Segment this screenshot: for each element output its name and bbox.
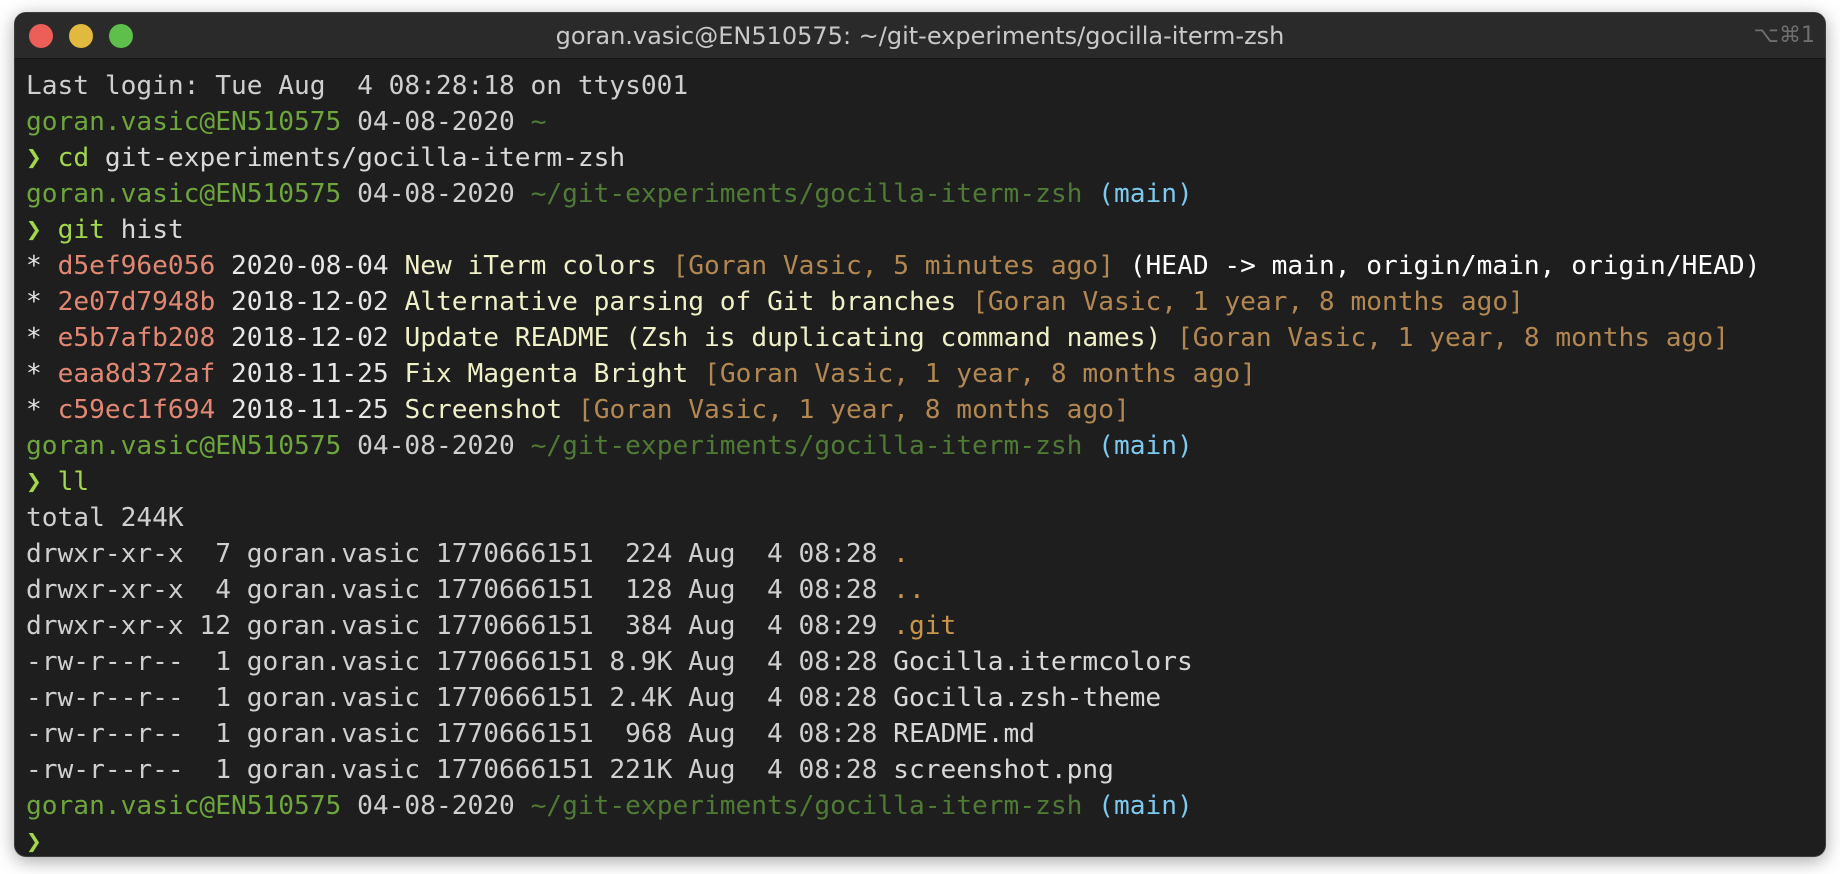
active-command-line[interactable]: ❯ <box>26 824 1825 857</box>
prompt-date: 04-08-2020 <box>357 791 515 821</box>
commit-hash: 2e07d7948b <box>57 287 216 317</box>
file-meta: -rw-r--r-- 1 goran.vasic 1770666151 221K… <box>26 755 878 785</box>
commit-graph-star: * <box>26 251 42 281</box>
file-meta: -rw-r--r-- 1 goran.vasic 1770666151 8.9K… <box>26 647 878 677</box>
window-shortcut-label: ⌥⌘1 <box>1753 23 1815 48</box>
ll-row: -rw-r--r-- 1 goran.vasic 1770666151 8.9K… <box>26 644 1825 680</box>
prompt-host: goran.vasic@EN510575 <box>26 107 342 137</box>
command-args: hist <box>120 215 184 245</box>
file-meta: -rw-r--r-- 1 goran.vasic 1770666151 2.4K… <box>26 683 878 713</box>
prompt-arrow-icon: ❯ <box>26 827 42 857</box>
prompt-arrow-icon: ❯ <box>26 143 42 173</box>
command-line: ❯ ll <box>26 464 1825 500</box>
prompt-path: ~/git-experiments/gocilla-iterm-zsh <box>530 791 1083 821</box>
command-line: ❯ git hist <box>26 212 1825 248</box>
ll-row: -rw-r--r-- 1 goran.vasic 1770666151 2.4K… <box>26 680 1825 716</box>
command-args: git-experiments/gocilla-iterm-zsh <box>104 143 626 173</box>
prompt-date: 04-08-2020 <box>357 431 515 461</box>
commit-hash: eaa8d372af <box>57 359 216 389</box>
prompt-line: goran.vasic@EN510575 04-08-2020 ~/git-ex… <box>26 788 1825 824</box>
commit-date: 2018-11-25 <box>231 395 389 425</box>
file-meta: drwxr-xr-x 7 goran.vasic 1770666151 224 … <box>26 539 878 569</box>
file-meta: -rw-r--r-- 1 goran.vasic 1770666151 968 … <box>26 719 878 749</box>
commit-message: Update README (Zsh is duplicating comman… <box>404 323 1162 353</box>
file-name: Gocilla.zsh-theme <box>893 683 1162 713</box>
prompt-host: goran.vasic@EN510575 <box>26 431 342 461</box>
prompt-host: goran.vasic@EN510575 <box>26 179 342 209</box>
commit-date: 2020-08-04 <box>231 251 389 281</box>
commit-author: [Goran Vasic, 1 year, 8 months ago] <box>704 359 1256 389</box>
git-log-row: * c59ec1f694 2018-11-25 Screenshot [Gora… <box>26 392 1825 428</box>
git-log-row: * 2e07d7948b 2018-12-02 Alternative pars… <box>26 284 1825 320</box>
file-name: Gocilla.itermcolors <box>893 647 1193 677</box>
file-name: README.md <box>893 719 1036 749</box>
commit-message: New iTerm colors <box>404 251 657 281</box>
prompt-path: ~/git-experiments/gocilla-iterm-zsh <box>530 431 1083 461</box>
commit-graph-star: * <box>26 395 42 425</box>
last-login-line: Last login: Tue Aug 4 08:28:18 on ttys00… <box>26 71 689 101</box>
command-name: ll <box>57 467 90 497</box>
commit-hash: e5b7afb208 <box>57 323 216 353</box>
commit-date: 2018-12-02 <box>231 287 389 317</box>
file-name: .. <box>893 575 925 605</box>
commit-refs: (HEAD -> main, origin/main, origin/HEAD) <box>1129 251 1761 281</box>
ll-total-line: total 244K <box>26 503 184 533</box>
title-bar[interactable]: goran.vasic@EN510575: ~/git-experiments/… <box>15 13 1825 59</box>
prompt-path: ~/git-experiments/gocilla-iterm-zsh <box>530 179 1083 209</box>
prompt-line: goran.vasic@EN510575 04-08-2020 ~/git-ex… <box>26 428 1825 464</box>
prompt-branch: (main) <box>1098 179 1193 209</box>
prompt-line: goran.vasic@EN510575 04-08-2020 ~ <box>26 104 1825 140</box>
commit-date: 2018-11-25 <box>231 359 389 389</box>
file-name: screenshot.png <box>893 755 1114 785</box>
git-log-row: * d5ef96e056 2020-08-04 New iTerm colors… <box>26 248 1825 284</box>
terminal-output[interactable]: Last login: Tue Aug 4 08:28:18 on ttys00… <box>15 59 1825 856</box>
commit-graph-star: * <box>26 287 42 317</box>
prompt-arrow-icon: ❯ <box>26 215 42 245</box>
ll-row: drwxr-xr-x 4 goran.vasic 1770666151 128 … <box>26 572 1825 608</box>
prompt-date: 04-08-2020 <box>357 179 515 209</box>
file-meta: drwxr-xr-x 12 goran.vasic 1770666151 384… <box>26 611 878 641</box>
git-log-row: * eaa8d372af 2018-11-25 Fix Magenta Brig… <box>26 356 1825 392</box>
prompt-branch: (main) <box>1098 431 1193 461</box>
commit-message: Fix Magenta Bright <box>404 359 689 389</box>
commit-graph-star: * <box>26 359 42 389</box>
prompt-host: goran.vasic@EN510575 <box>26 791 342 821</box>
window-title: goran.vasic@EN510575: ~/git-experiments/… <box>555 22 1285 50</box>
prompt-arrow-icon: ❯ <box>26 467 42 497</box>
ll-row: -rw-r--r-- 1 goran.vasic 1770666151 221K… <box>26 752 1825 788</box>
command-name: git <box>57 215 105 245</box>
prompt-path: ~ <box>530 107 547 137</box>
commit-author: [Goran Vasic, 5 minutes ago] <box>672 251 1114 281</box>
commit-hash: d5ef96e056 <box>57 251 216 281</box>
file-meta: drwxr-xr-x 4 goran.vasic 1770666151 128 … <box>26 575 878 605</box>
file-name: . <box>893 539 909 569</box>
commit-author: [Goran Vasic, 1 year, 8 months ago] <box>1177 323 1729 353</box>
prompt-date: 04-08-2020 <box>357 107 515 137</box>
prompt-branch: (main) <box>1098 791 1193 821</box>
commit-graph-star: * <box>26 323 42 353</box>
commit-author: [Goran Vasic, 1 year, 8 months ago] <box>577 395 1130 425</box>
ll-row: drwxr-xr-x 12 goran.vasic 1770666151 384… <box>26 608 1825 644</box>
command-name: cd <box>57 143 90 173</box>
terminal-window: goran.vasic@EN510575: ~/git-experiments/… <box>14 12 1826 857</box>
commit-message: Alternative parsing of Git branches <box>404 287 957 317</box>
commit-message: Screenshot <box>404 395 563 425</box>
command-line: ❯ cd git-experiments/gocilla-iterm-zsh <box>26 140 1825 176</box>
git-log-row: * e5b7afb208 2018-12-02 Update README (Z… <box>26 320 1825 356</box>
ll-row: drwxr-xr-x 7 goran.vasic 1770666151 224 … <box>26 536 1825 572</box>
commit-hash: c59ec1f694 <box>57 395 216 425</box>
prompt-line: goran.vasic@EN510575 04-08-2020 ~/git-ex… <box>26 176 1825 212</box>
file-name: .git <box>893 611 957 641</box>
ll-row: -rw-r--r-- 1 goran.vasic 1770666151 968 … <box>26 716 1825 752</box>
commit-author: [Goran Vasic, 1 year, 8 months ago] <box>972 287 1524 317</box>
commit-date: 2018-12-02 <box>231 323 389 353</box>
